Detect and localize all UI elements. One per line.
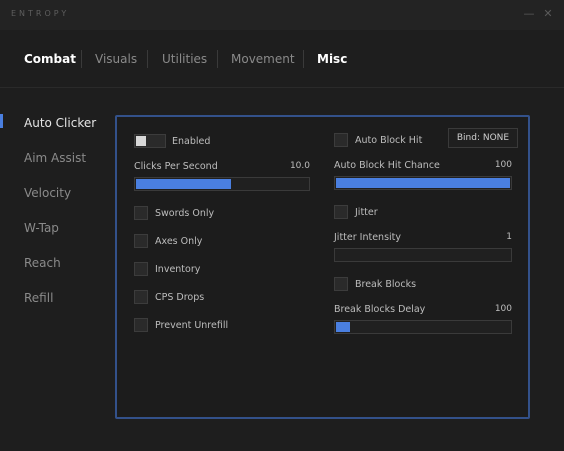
jitter-intensity-slider[interactable] [334,248,512,262]
cps-slider-fill [136,179,231,189]
sidebar-item-velocity[interactable]: Velocity [24,186,71,200]
auto-block-hit-label: Auto Block Hit [355,135,423,146]
cps-drops-checkbox[interactable] [134,290,148,304]
sidebar-item-auto-clicker[interactable]: Auto Clicker [24,116,96,130]
tab-visuals[interactable]: Visuals [95,52,137,66]
auto-block-chance-slider-fill [336,178,510,188]
axes-only-label: Axes Only [155,236,203,247]
prevent-unrefill-label: Prevent Unrefill [155,320,229,331]
tab-divider [81,50,82,68]
close-icon[interactable]: ✕ [540,6,556,22]
tabs-divider [0,87,564,88]
app-title: ENTROPY [11,9,70,18]
break-blocks-delay-value: 100 [494,304,512,314]
break-blocks-delay-slider[interactable] [334,320,512,334]
inventory-checkbox[interactable] [134,262,148,276]
cps-slider[interactable] [134,177,310,191]
tab-combat[interactable]: Combat [24,52,76,66]
title-bar: ENTROPY — ✕ [0,0,564,30]
auto-block-chance-slider[interactable] [334,176,512,190]
auto-block-chance-label: Auto Block Hit Chance [334,160,440,171]
enabled-label: Enabled [172,136,211,147]
break-blocks-delay-label: Break Blocks Delay [334,304,426,315]
break-blocks-label: Break Blocks [355,279,417,290]
sidebar-item-refill[interactable]: Refill [24,291,53,305]
enabled-toggle[interactable] [134,134,166,148]
swords-only-label: Swords Only [155,208,215,219]
module-sidebar: Auto Clicker Aim Assist Velocity W-Tap R… [0,100,108,350]
auto-block-chance-value: 100 [494,160,512,170]
jitter-intensity-value: 1 [506,232,512,242]
break-blocks-checkbox[interactable] [334,277,348,291]
jitter-checkbox[interactable] [334,205,348,219]
cps-value: 10.0 [289,161,310,171]
tab-divider [147,50,148,68]
bind-button[interactable]: Bind: NONE [448,128,518,148]
swords-only-checkbox[interactable] [134,206,148,220]
auto-block-hit-checkbox[interactable] [334,133,348,147]
sidebar-item-w-tap[interactable]: W-Tap [24,221,59,235]
tab-misc[interactable]: Misc [317,52,347,66]
sidebar-item-reach[interactable]: Reach [24,256,61,270]
category-tabs: Combat Visuals Utilities Movement Misc [0,30,564,88]
sidebar-item-aim-assist[interactable]: Aim Assist [24,151,86,165]
toggle-knob [136,136,146,146]
axes-only-checkbox[interactable] [134,234,148,248]
tab-utilities[interactable]: Utilities [162,52,207,66]
tab-divider [217,50,218,68]
prevent-unrefill-checkbox[interactable] [134,318,148,332]
break-blocks-delay-slider-fill [336,322,350,332]
tab-movement[interactable]: Movement [231,52,295,66]
minimize-icon[interactable]: — [521,6,537,22]
jitter-intensity-label: Jitter Intensity [334,232,402,243]
tab-divider [303,50,304,68]
active-module-marker [0,114,3,128]
jitter-label: Jitter [355,207,378,218]
cps-drops-label: CPS Drops [155,292,205,303]
cps-label: Clicks Per Second [134,161,218,172]
inventory-label: Inventory [155,264,201,275]
